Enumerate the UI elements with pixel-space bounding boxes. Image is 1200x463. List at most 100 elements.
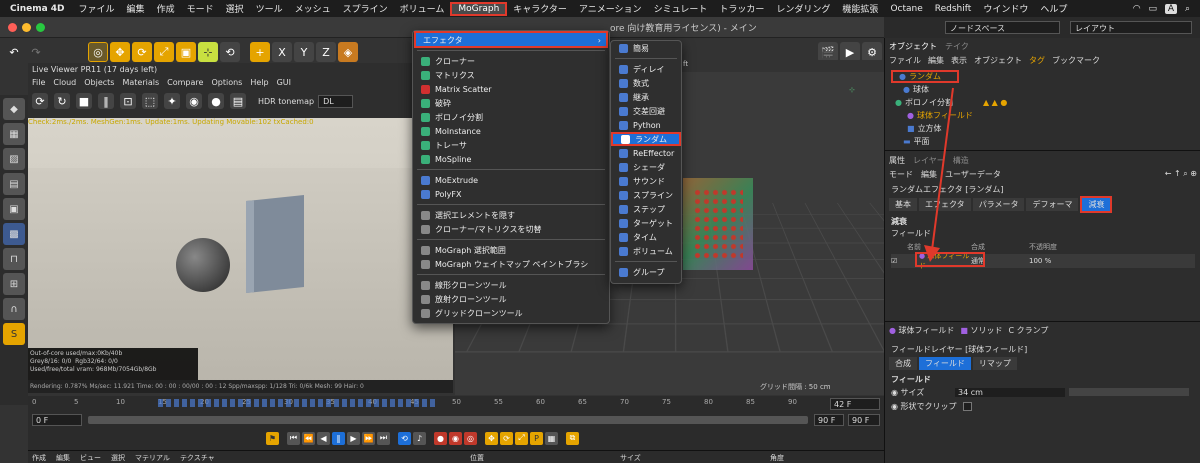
subtab-parameter[interactable]: パラメータ <box>972 198 1025 211</box>
polygons-mode-icon[interactable]: ▨ <box>3 148 25 170</box>
go-end-icon[interactable]: ⏭ <box>377 431 390 445</box>
menu-item-toggle-cloner[interactable]: クローナー/マトリクスを切替 <box>413 222 609 236</box>
menu-spline[interactable]: スプライン <box>337 2 394 15</box>
go-start-icon[interactable]: ⏮ <box>287 431 300 445</box>
menu-item-linear-clone[interactable]: 線形クローンツール <box>413 278 609 292</box>
size-input[interactable]: 34 cm <box>955 387 1065 397</box>
z-axis-icon[interactable]: Z <box>316 42 336 62</box>
prev-frame-icon[interactable]: ◀ <box>317 431 330 445</box>
tab-clamp[interactable]: C クランプ <box>1008 325 1048 336</box>
coord-system-icon[interactable]: ◈ <box>338 42 358 62</box>
menu-item-time[interactable]: タイム <box>611 230 681 244</box>
menu-item-inheritance[interactable]: 継承 <box>611 90 681 104</box>
subtab-blend[interactable]: 合成 <box>889 356 917 370</box>
lv-material-icon[interactable]: ● <box>208 93 224 109</box>
motion-system-icon[interactable]: ⧉ <box>566 431 579 445</box>
keyframe-mode-icon[interactable]: ⚑ <box>266 431 279 445</box>
tonemap-select[interactable]: HDR tonemap <box>258 97 314 106</box>
menu-item-shader[interactable]: シェーダ <box>611 160 681 174</box>
menu-volume[interactable]: ボリューム <box>394 2 451 15</box>
start-frame-input[interactable] <box>32 414 82 426</box>
undo-icon[interactable]: ↶ <box>4 42 24 62</box>
recent-tool-icon[interactable]: ⟲ <box>220 42 240 62</box>
live-select-icon[interactable]: ▣ <box>176 42 196 62</box>
om-menu-object[interactable]: オブジェクト <box>974 55 1022 66</box>
menu-mode[interactable]: モード <box>181 2 220 15</box>
battery-icon[interactable]: ▭ <box>1149 4 1158 14</box>
nav-arrows-icon[interactable]: ← ↑ ⌕ ⊕ <box>1165 169 1197 179</box>
menu-help[interactable]: ヘルプ <box>1034 2 1073 15</box>
layout-select[interactable]: レイアウト <box>1070 21 1192 34</box>
menu-item-random[interactable]: ランダム <box>611 132 681 146</box>
lv-save-icon[interactable]: ▤ <box>230 93 246 109</box>
menu-octane[interactable]: Octane <box>884 4 928 14</box>
redo-icon[interactable]: ↷ <box>26 42 46 62</box>
end-frame-input[interactable] <box>814 414 844 426</box>
menu-item-weightmap-brush[interactable]: MoGraph ウェイトマップ ペイントブラシ <box>413 257 609 271</box>
max-frame-input[interactable] <box>848 414 880 426</box>
auto-key-icon[interactable]: ◉ <box>449 431 462 445</box>
key-position-icon[interactable]: ✥ <box>485 431 498 445</box>
mat-menu-material[interactable]: マテリアル <box>135 453 170 463</box>
key-param-icon[interactable]: P <box>530 431 543 445</box>
menu-edit[interactable]: 編集 <box>121 2 151 15</box>
lv-region-icon[interactable]: ⬚ <box>142 93 158 109</box>
menu-item-group[interactable]: グループ <box>611 265 681 279</box>
zoom-window-button[interactable] <box>36 23 45 32</box>
points-mode-icon[interactable]: ◆ <box>3 98 25 120</box>
menu-mesh[interactable]: メッシュ <box>289 2 337 15</box>
key-scale-icon[interactable]: ⤢ <box>515 431 528 445</box>
render-settings-icon[interactable]: ⚙ <box>862 42 882 62</box>
live-viewer-render[interactable]: Check:2ms./2ms. MeshGen:1ms. Update:1ms.… <box>28 118 453 393</box>
menu-tools[interactable]: ツール <box>250 2 289 15</box>
menu-item-spline[interactable]: スプライン <box>611 188 681 202</box>
lv-pause-icon[interactable]: ‖ <box>98 93 114 109</box>
menu-create[interactable]: 作成 <box>151 2 181 15</box>
solo-icon[interactable]: S <box>3 323 25 345</box>
size-slider[interactable] <box>1069 388 1189 396</box>
menu-tracker[interactable]: トラッカー <box>713 2 770 15</box>
menu-item-step[interactable]: ステップ <box>611 202 681 216</box>
menu-item-tracer[interactable]: トレーサ <box>413 138 609 152</box>
lv-restart-icon[interactable]: ↻ <box>54 93 70 109</box>
minimize-window-button[interactable] <box>22 23 31 32</box>
tab-objects[interactable]: オブジェクト <box>889 41 937 52</box>
lv-menu-file[interactable]: File <box>32 78 45 87</box>
menu-item-matrix[interactable]: マトリクス <box>413 68 609 82</box>
prev-key-icon[interactable]: ⏪ <box>302 431 315 445</box>
subtab-remap[interactable]: リマップ <box>972 356 1017 370</box>
key-pla-icon[interactable]: ▦ <box>545 431 558 445</box>
lv-menu-options[interactable]: Options <box>211 78 242 87</box>
tab-sphere-field[interactable]: ● 球体フィールド <box>889 325 954 336</box>
edges-mode-icon[interactable]: ▦ <box>3 123 25 145</box>
menu-select[interactable]: 選択 <box>220 2 250 15</box>
lv-focus-icon[interactable]: ◉ <box>186 93 202 109</box>
lv-menu-gui[interactable]: GUI <box>277 78 291 87</box>
om-menu-view[interactable]: 表示 <box>951 55 967 66</box>
nodespace-select[interactable]: ノードスペース <box>945 21 1060 34</box>
select-tool-icon[interactable]: ◎ <box>88 42 108 62</box>
menu-item-radial-clone[interactable]: 放射クローンツール <box>413 292 609 306</box>
am-menu-mode[interactable]: モード <box>889 169 913 180</box>
sound-icon[interactable]: ♪ <box>413 431 426 445</box>
rotate-tool-icon[interactable]: ⟳ <box>132 42 152 62</box>
keyframe-track[interactable] <box>158 399 438 407</box>
key-selection-icon[interactable]: ◎ <box>464 431 477 445</box>
menu-item-formula[interactable]: 数式 <box>611 76 681 90</box>
snap-icon[interactable]: ⊓ <box>3 248 25 270</box>
mat-menu-edit[interactable]: 編集 <box>56 453 70 463</box>
lv-menu-compare[interactable]: Compare <box>167 78 203 87</box>
grid-icon[interactable]: ⊞ <box>3 273 25 295</box>
menu-render[interactable]: レンダリング <box>770 2 836 15</box>
tab-attributes[interactable]: 属性 <box>889 155 905 166</box>
mat-menu-texture[interactable]: テクスチャ <box>180 453 215 463</box>
input-source-icon[interactable]: A <box>1165 3 1177 14</box>
x-axis-icon[interactable]: X <box>272 42 292 62</box>
frame-range-slider[interactable] <box>88 416 808 424</box>
menu-redshift[interactable]: Redshift <box>929 4 978 14</box>
subtab-falloff[interactable]: 減衰 <box>1080 196 1113 213</box>
menu-item-polyfx[interactable]: PolyFX <box>413 187 609 201</box>
menu-item-fracture[interactable]: 破砕 <box>413 96 609 110</box>
om-menu-tags[interactable]: タグ <box>1029 55 1045 66</box>
record-key-icon[interactable]: ● <box>434 431 447 445</box>
